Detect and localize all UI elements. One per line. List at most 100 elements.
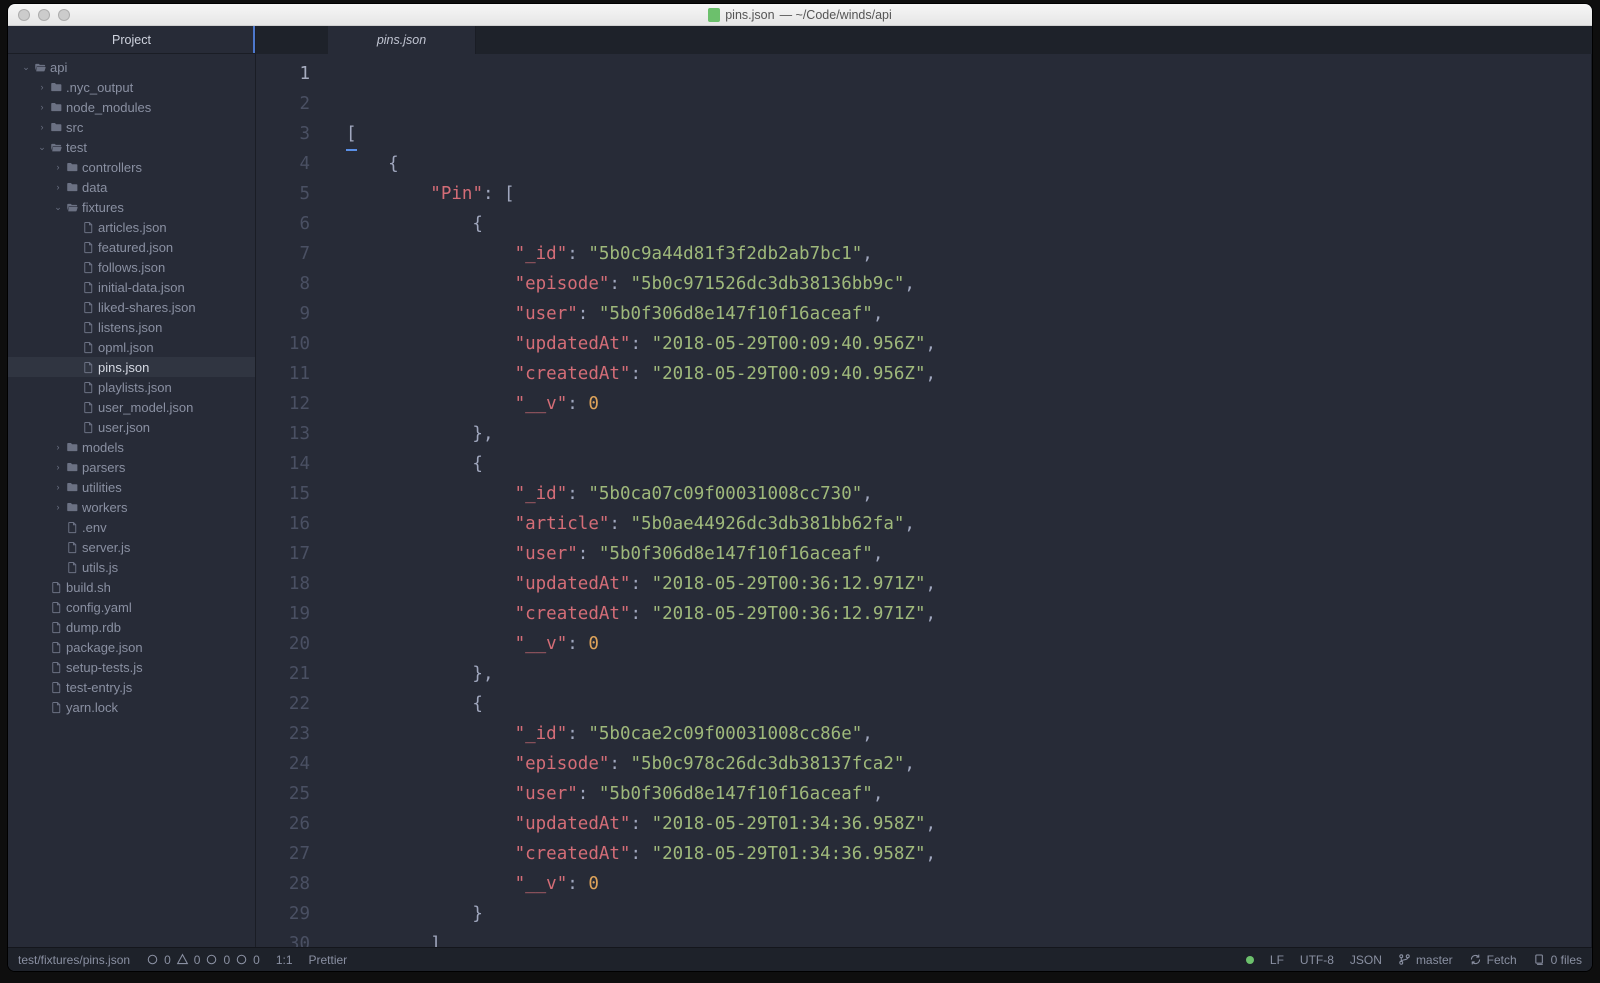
line-number[interactable]: 7 <box>256 239 310 269</box>
code-line[interactable]: "article": "5b0ae44926dc3db381bb62fa", <box>346 509 1592 539</box>
line-number[interactable]: 1 <box>256 59 310 89</box>
status-eol[interactable]: LF <box>1270 953 1284 967</box>
code-line[interactable]: "user": "5b0f306d8e147f10f16aceaf", <box>346 539 1592 569</box>
tree-item-fixtures[interactable]: ⌄fixtures <box>8 197 255 217</box>
tree-item-node-modules[interactable]: ›node_modules <box>8 97 255 117</box>
tree-item-utilities[interactable]: ›utilities <box>8 477 255 497</box>
code-line[interactable]: } <box>346 899 1592 929</box>
line-number[interactable]: 28 <box>256 869 310 899</box>
line-number[interactable]: 3 <box>256 119 310 149</box>
line-number[interactable]: 17 <box>256 539 310 569</box>
tree-item-follows-json[interactable]: follows.json <box>8 257 255 277</box>
code-line[interactable]: "episode": "5b0c971526dc3db38136bb9c", <box>346 269 1592 299</box>
status-lang[interactable]: JSON <box>1350 953 1382 967</box>
code-line[interactable]: }, <box>346 659 1592 689</box>
line-number[interactable]: 18 <box>256 569 310 599</box>
code-line[interactable]: { <box>346 149 1592 179</box>
line-number[interactable]: 12 <box>256 389 310 419</box>
chevron-right-icon[interactable]: › <box>52 482 64 492</box>
status-encoding[interactable]: UTF-8 <box>1300 953 1334 967</box>
code-line[interactable]: "createdAt": "2018-05-29T00:09:40.956Z", <box>346 359 1592 389</box>
tree-item-src[interactable]: ›src <box>8 117 255 137</box>
chevron-down-icon[interactable]: ⌄ <box>20 62 32 73</box>
tree-item-featured-json[interactable]: featured.json <box>8 237 255 257</box>
line-number[interactable]: 24 <box>256 749 310 779</box>
code-line[interactable]: "__v": 0 <box>346 389 1592 419</box>
tree-item-package-json[interactable]: package.json <box>8 637 255 657</box>
tree-item-dump-rdb[interactable]: dump.rdb <box>8 617 255 637</box>
status-files[interactable]: 0 files <box>1533 953 1582 967</box>
tree-item-build-sh[interactable]: build.sh <box>8 577 255 597</box>
tree-item-pins-json[interactable]: pins.json <box>8 357 255 377</box>
line-number[interactable]: 9 <box>256 299 310 329</box>
code-line[interactable]: }, <box>346 419 1592 449</box>
status-cursor[interactable]: 1:1 <box>276 953 293 967</box>
code-line[interactable]: { <box>346 689 1592 719</box>
line-number[interactable]: 26 <box>256 809 310 839</box>
tree-item-config-yaml[interactable]: config.yaml <box>8 597 255 617</box>
code-line[interactable]: "__v": 0 <box>346 629 1592 659</box>
line-number[interactable]: 2 <box>256 89 310 119</box>
code-line[interactable]: "Pin": [ <box>346 179 1592 209</box>
line-number[interactable]: 11 <box>256 359 310 389</box>
line-number[interactable]: 19 <box>256 599 310 629</box>
code-line[interactable]: "createdAt": "2018-05-29T01:34:36.958Z", <box>346 839 1592 869</box>
tab-bar[interactable]: pins.json <box>256 26 1592 54</box>
status-formatter[interactable]: Prettier <box>309 953 348 967</box>
line-number[interactable]: 4 <box>256 149 310 179</box>
tree-item-api[interactable]: ⌄api <box>8 57 255 77</box>
tree-item-models[interactable]: ›models <box>8 437 255 457</box>
tree-item-listens-json[interactable]: listens.json <box>8 317 255 337</box>
tree-item-yarn-lock[interactable]: yarn.lock <box>8 697 255 717</box>
code-line[interactable]: "updatedAt": "2018-05-29T01:34:36.958Z", <box>346 809 1592 839</box>
code-line[interactable]: "_id": "5b0ca07c09f00031008cc730", <box>346 479 1592 509</box>
tree-item-user-json[interactable]: user.json <box>8 417 255 437</box>
tree-item-utils-js[interactable]: utils.js <box>8 557 255 577</box>
line-number[interactable]: 14 <box>256 449 310 479</box>
code-line[interactable]: "user": "5b0f306d8e147f10f16aceaf", <box>346 779 1592 809</box>
code-line[interactable]: { <box>346 449 1592 479</box>
sidebar-tab-project[interactable]: Project <box>8 26 255 54</box>
code-line[interactable]: "__v": 0 <box>346 869 1592 899</box>
editor[interactable]: 1234567891011121314151617181920212223242… <box>256 54 1592 947</box>
line-number[interactable]: 6 <box>256 209 310 239</box>
window-controls[interactable] <box>18 9 70 21</box>
code-line[interactable]: "_id": "5b0cae2c09f00031008cc86e", <box>346 719 1592 749</box>
status-fetch[interactable]: Fetch <box>1469 953 1517 967</box>
file-tree[interactable]: ⌄api›.nyc_output›node_modules›src⌄test›c… <box>8 54 255 947</box>
titlebar[interactable]: pins.json — ~/Code/winds/api <box>8 4 1592 26</box>
code-line[interactable]: "updatedAt": "2018-05-29T00:36:12.971Z", <box>346 569 1592 599</box>
line-number[interactable]: 8 <box>256 269 310 299</box>
line-number[interactable]: 22 <box>256 689 310 719</box>
status-clean-indicator[interactable] <box>1246 956 1254 964</box>
code-line[interactable]: "_id": "5b0c9a44d81f3f2db2ab7bc1", <box>346 239 1592 269</box>
close-window-icon[interactable] <box>18 9 30 21</box>
code-line[interactable]: ] <box>346 929 1592 947</box>
tree-item--env[interactable]: .env <box>8 517 255 537</box>
chevron-right-icon[interactable]: › <box>36 82 48 92</box>
line-number[interactable]: 10 <box>256 329 310 359</box>
status-path[interactable]: test/fixtures/pins.json <box>18 953 130 967</box>
line-number[interactable]: 15 <box>256 479 310 509</box>
chevron-right-icon[interactable]: › <box>36 122 48 132</box>
chevron-down-icon[interactable]: ⌄ <box>52 202 64 213</box>
line-number[interactable]: 16 <box>256 509 310 539</box>
chevron-right-icon[interactable]: › <box>52 502 64 512</box>
tree-item-server-js[interactable]: server.js <box>8 537 255 557</box>
tree-item-controllers[interactable]: ›controllers <box>8 157 255 177</box>
code-line[interactable]: { <box>346 209 1592 239</box>
chevron-right-icon[interactable]: › <box>52 182 64 192</box>
line-number[interactable]: 29 <box>256 899 310 929</box>
status-branch[interactable]: master <box>1398 953 1453 967</box>
tree-item-initial-data-json[interactable]: initial-data.json <box>8 277 255 297</box>
code-line[interactable]: [ <box>346 119 1592 149</box>
tree-item-test-entry-js[interactable]: test-entry.js <box>8 677 255 697</box>
tree-item-workers[interactable]: ›workers <box>8 497 255 517</box>
tree-item--nyc-output[interactable]: ›.nyc_output <box>8 77 255 97</box>
chevron-right-icon[interactable]: › <box>52 442 64 452</box>
line-number[interactable]: 21 <box>256 659 310 689</box>
chevron-right-icon[interactable]: › <box>52 462 64 472</box>
tree-item-liked-shares-json[interactable]: liked-shares.json <box>8 297 255 317</box>
tree-item-test[interactable]: ⌄test <box>8 137 255 157</box>
tree-item-data[interactable]: ›data <box>8 177 255 197</box>
